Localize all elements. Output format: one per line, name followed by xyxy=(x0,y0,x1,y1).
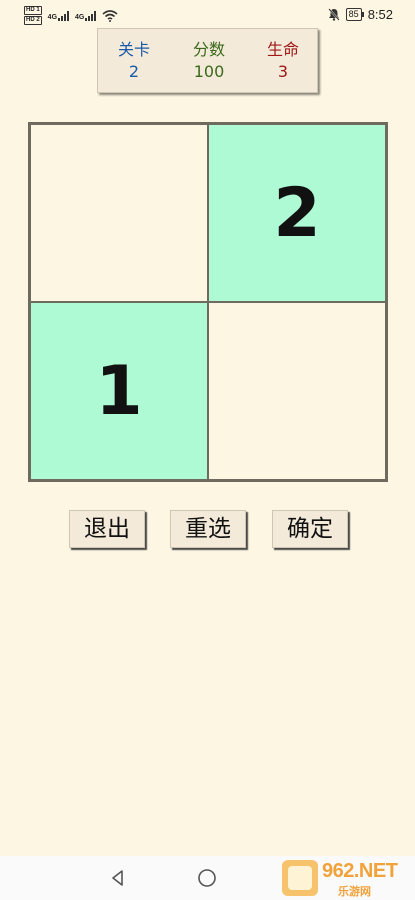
board-cell-4[interactable] xyxy=(209,303,385,479)
board-cell-2[interactable]: 2 xyxy=(209,125,385,301)
hd-indicators: HD 1 HD 2 xyxy=(24,6,42,25)
board-cell-1[interactable] xyxy=(31,125,207,301)
level-value: 2 xyxy=(128,62,140,81)
life-stat: 生命 3 xyxy=(248,39,318,83)
status-bar: HD 1 HD 2 4G 4G 85 8:52 xyxy=(0,0,415,30)
life-label: 生命 xyxy=(266,40,299,59)
hd1-badge: HD 1 xyxy=(24,6,42,15)
level-label: 关卡 xyxy=(117,40,150,59)
game-board: 2 1 xyxy=(28,122,388,482)
life-value: 3 xyxy=(277,62,289,81)
battery-icon: 85 xyxy=(345,8,364,21)
board-cell-3[interactable]: 1 xyxy=(31,303,207,479)
signal-2: 4G xyxy=(75,10,97,21)
level-stat: 关卡 2 xyxy=(99,39,169,83)
back-icon[interactable] xyxy=(108,868,128,888)
signal-1: 4G xyxy=(47,10,70,21)
wifi-icon xyxy=(102,9,118,22)
watermark-logo: 962.NET 乐游网 xyxy=(276,856,414,900)
watermark-subtext: 乐游网 xyxy=(338,885,371,898)
bell-muted-icon xyxy=(327,8,340,21)
status-right: 85 8:52 xyxy=(327,7,393,22)
watermark-emblem-icon xyxy=(282,860,318,896)
score-value: 100 xyxy=(193,62,225,81)
hd2-badge: HD 2 xyxy=(24,16,42,25)
network-type-1: 4G xyxy=(47,13,58,21)
navigation-bar: 962.NET 乐游网 xyxy=(0,856,415,900)
signal-bars-icon xyxy=(58,10,70,21)
score-panel: 关卡 2 分数 100 生命 3 xyxy=(97,28,318,93)
score-label: 分数 xyxy=(192,40,225,59)
watermark-text: 962.NET xyxy=(322,860,398,882)
clock: 8:52 xyxy=(367,7,393,22)
exit-button[interactable]: 退出 xyxy=(69,510,145,548)
score-stat: 分数 100 xyxy=(174,39,244,83)
signal-bars-icon xyxy=(85,10,97,21)
network-type-2: 4G xyxy=(75,13,85,21)
home-icon[interactable] xyxy=(197,868,217,888)
reselect-button[interactable]: 重选 xyxy=(170,510,246,548)
confirm-button[interactable]: 确定 xyxy=(272,510,348,548)
status-left: HD 1 HD 2 4G 4G xyxy=(24,6,118,25)
